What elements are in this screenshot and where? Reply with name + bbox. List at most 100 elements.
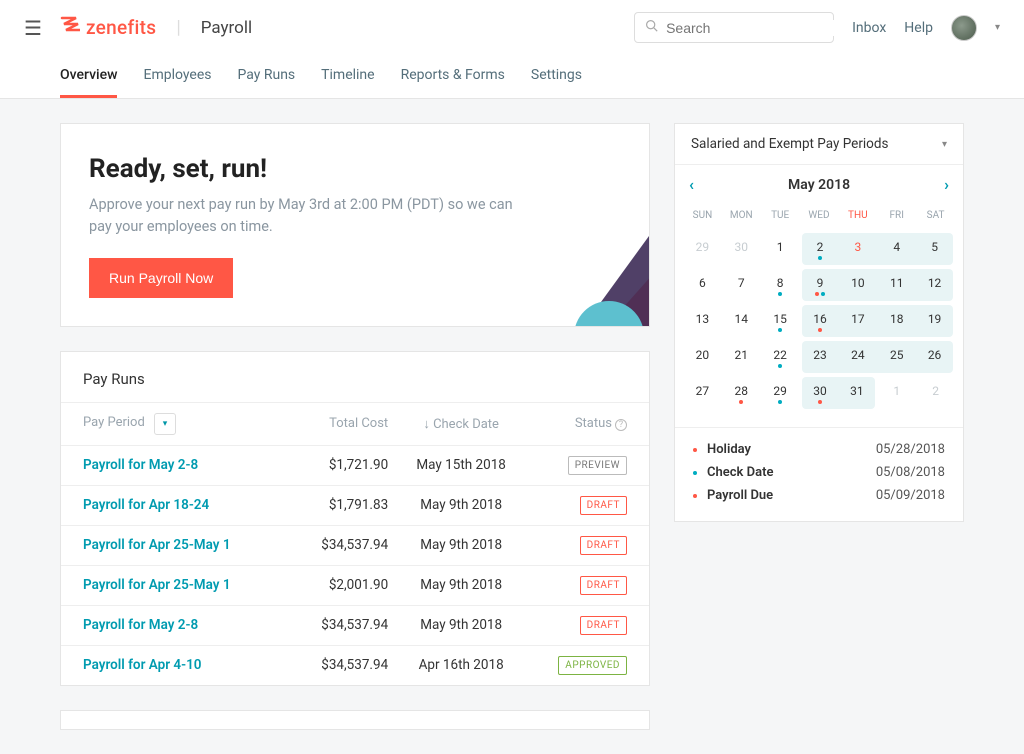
app-name: Payroll [201, 18, 252, 38]
legend-row: Holiday05/28/2018 [693, 442, 945, 457]
chevron-down-icon[interactable]: ▾ [995, 22, 1000, 33]
calendar-day[interactable]: 13 [685, 305, 720, 337]
dow-label: SAT [916, 204, 955, 231]
calendar-day[interactable]: 6 [685, 269, 720, 301]
payrun-link[interactable]: Payroll for May 2-8 [83, 457, 198, 473]
table-head: Pay Period ▾ Total Cost ↓ Check Date Sta… [61, 402, 649, 445]
table-row[interactable]: Payroll for Apr 18-24 $1,791.83May 9th 20… [61, 485, 649, 525]
calendar-day[interactable]: 31 [838, 377, 875, 409]
tab-timeline[interactable]: Timeline [321, 55, 374, 98]
payrun-link[interactable]: Payroll for Apr 25-May 1 [83, 537, 231, 553]
help-link[interactable]: Help [904, 20, 933, 36]
date-cell: May 9th 2018 [388, 497, 534, 513]
tab-settings[interactable]: Settings [531, 55, 582, 98]
calendar-day[interactable]: 30 [724, 233, 759, 265]
calendar-day[interactable]: 19 [916, 305, 953, 337]
search-input[interactable] [666, 20, 847, 36]
calendar-day[interactable]: 8 [763, 269, 798, 301]
calendar-day[interactable]: 26 [916, 341, 953, 373]
tab-overview[interactable]: Overview [60, 55, 117, 98]
col-date-label[interactable]: ↓ Check Date [388, 416, 534, 432]
legend-dot [693, 471, 697, 475]
status-badge: DRAFT [580, 496, 627, 515]
next-month-button[interactable]: › [944, 175, 949, 194]
col-status-label[interactable]: Status [575, 416, 612, 431]
calendar-day[interactable]: 5 [916, 233, 953, 265]
cost-cell: $34,537.94 [269, 657, 388, 673]
brand-logo[interactable]: zenefits [60, 15, 156, 41]
table-row[interactable]: Payroll for Apr 25-May 1$2,001.90May 9th… [61, 565, 649, 605]
status-badge: DRAFT [580, 616, 627, 635]
calendar-day[interactable]: 20 [685, 341, 720, 373]
dow-label: WED [800, 204, 839, 231]
calendar-day[interactable]: 24 [838, 341, 877, 373]
calendar-day[interactable]: 18 [877, 305, 916, 337]
brand-name: zenefits [86, 16, 156, 39]
inbox-link[interactable]: Inbox [852, 20, 886, 36]
payrun-link[interactable]: Payroll for May 2-8 [83, 617, 198, 633]
pay-period-selector[interactable]: Salaried and Exempt Pay Periods ▾ [675, 124, 963, 165]
logo-mark-icon [60, 15, 80, 41]
cost-cell: $34,537.94 [269, 617, 388, 633]
calendar-day[interactable]: 27 [685, 377, 720, 409]
divider: | [176, 17, 180, 38]
calendar-day[interactable]: 9 [802, 269, 839, 301]
calendar-day[interactable]: 17 [838, 305, 877, 337]
calendar-day[interactable]: 1 [879, 377, 914, 409]
calendar-day[interactable]: 10 [838, 269, 877, 301]
calendar-day[interactable]: 16 [802, 305, 839, 337]
calendar-day[interactable]: 29 [685, 233, 720, 265]
status-badge: DRAFT [580, 536, 627, 555]
calendar-day[interactable]: 21 [724, 341, 759, 373]
run-payroll-button[interactable]: Run Payroll Now [89, 258, 233, 298]
payrun-link[interactable]: Payroll for Apr 4-10 [83, 657, 202, 673]
date-cell: May 15th 2018 [388, 457, 534, 473]
table-row[interactable]: Payroll for Apr 25-May 1$34,537.94May 9t… [61, 525, 649, 565]
help-icon[interactable]: ? [615, 419, 627, 431]
cost-cell: $1,791.83 [269, 497, 388, 513]
table-row[interactable]: Payroll for May 2-8 $1,721.90May 15th 201… [61, 445, 649, 485]
calendar-day[interactable]: 23 [802, 341, 839, 373]
dow-label: SUN [683, 204, 722, 231]
calendar-day[interactable]: 11 [877, 269, 916, 301]
hero-title: Ready, set, run! [89, 154, 621, 184]
calendar-day[interactable]: 15 [763, 305, 798, 337]
legend-label: Payroll Due [707, 488, 866, 503]
hero-subtitle: Approve your next pay run by May 3rd at … [89, 194, 519, 238]
date-cell: May 9th 2018 [388, 577, 534, 593]
col-period-label: Pay Period [83, 415, 145, 430]
calendar-day[interactable]: 1 [763, 233, 798, 265]
payruns-title: Pay Runs [61, 352, 649, 402]
tab-employees[interactable]: Employees [143, 55, 211, 98]
payrun-link[interactable]: Payroll for Apr 25-May 1 [83, 577, 231, 593]
legend-label: Holiday [707, 442, 866, 457]
col-cost-label[interactable]: Total Cost [269, 416, 388, 431]
sort-dropdown-icon[interactable]: ▾ [154, 413, 176, 435]
calendar-day[interactable]: 3 [838, 233, 877, 265]
calendar-day[interactable]: 28 [724, 377, 759, 409]
calendar-day[interactable]: 12 [916, 269, 953, 301]
calendar-day[interactable]: 4 [877, 233, 916, 265]
calendar-day[interactable]: 7 [724, 269, 759, 301]
calendar-day[interactable]: 14 [724, 305, 759, 337]
tab-pay-runs[interactable]: Pay Runs [237, 55, 295, 98]
calendar-day[interactable]: 2 [802, 233, 839, 265]
calendar-day[interactable]: 25 [877, 341, 916, 373]
table-row[interactable]: Payroll for Apr 4-10$34,537.94Apr 16th 2… [61, 645, 649, 685]
payrun-link[interactable]: Payroll for Apr 18-24 [83, 497, 209, 513]
table-row[interactable]: Payroll for May 2-8 $34,537.94May 9th 201… [61, 605, 649, 645]
calendar-day[interactable]: 22 [763, 341, 798, 373]
calendar-day[interactable]: 29 [763, 377, 798, 409]
search-box[interactable] [634, 12, 834, 43]
menu-icon[interactable]: ☰ [24, 16, 42, 40]
cost-cell: $1,721.90 [269, 457, 388, 473]
calendar-day[interactable]: 30 [802, 377, 839, 409]
prev-month-button[interactable]: ‹ [689, 175, 694, 194]
avatar[interactable] [951, 15, 977, 41]
legend-date: 05/09/2018 [876, 488, 945, 503]
date-cell: May 9th 2018 [388, 617, 534, 633]
calendar-day[interactable]: 2 [918, 377, 953, 409]
calendar-month: May 2018 [788, 177, 850, 193]
tab-reports-forms[interactable]: Reports & Forms [401, 55, 505, 98]
chevron-down-icon: ▾ [942, 139, 947, 150]
